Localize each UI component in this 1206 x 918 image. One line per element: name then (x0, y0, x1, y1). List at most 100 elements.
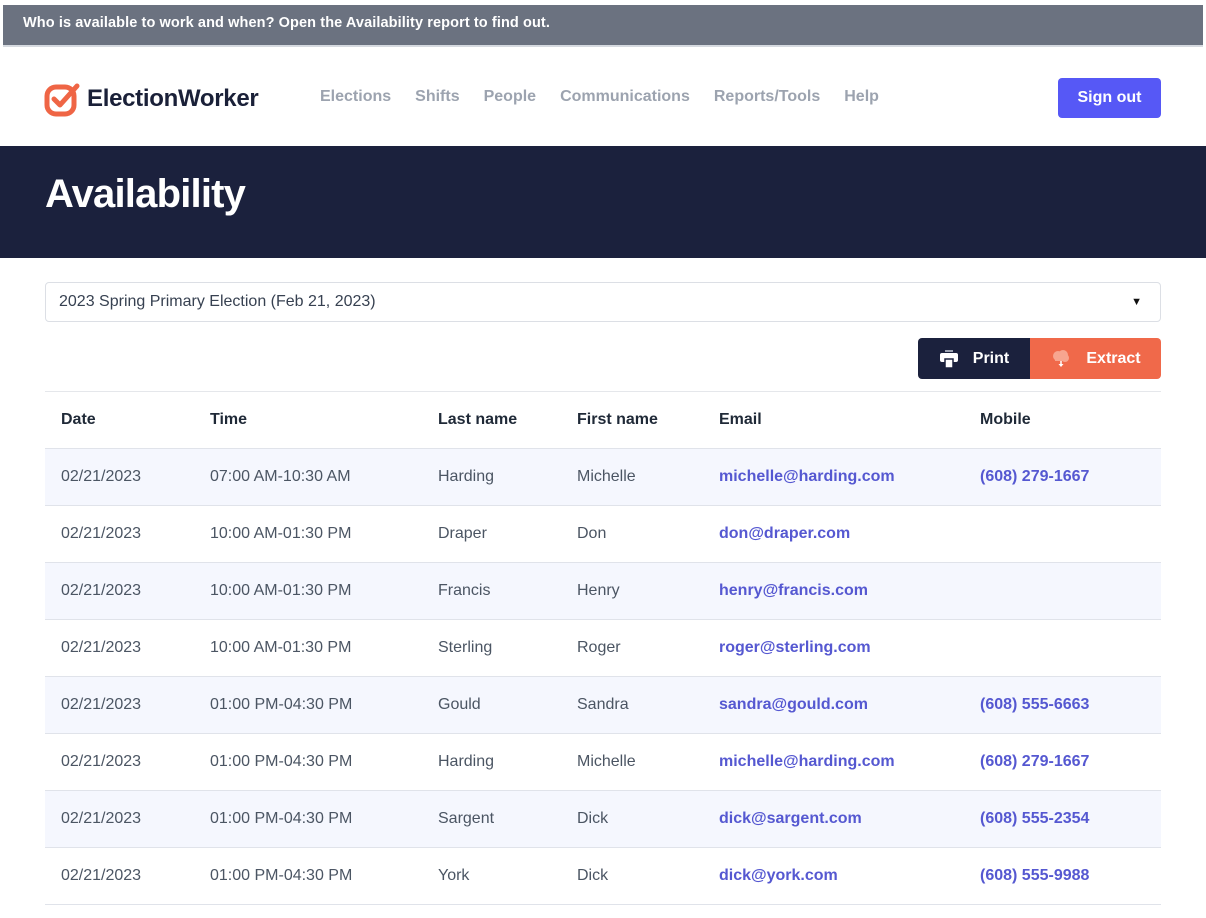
cell-date: 02/21/2023 (61, 696, 142, 713)
cell-mobile (964, 620, 1161, 677)
brand-name: ElectionWorker (87, 85, 259, 112)
cell-email: roger@sterling.com (703, 620, 964, 677)
email-link[interactable]: michelle@harding.com (719, 753, 895, 770)
column-header-email[interactable]: Email (703, 392, 964, 449)
cell-time: 10:00 AM-01:30 PM (210, 525, 352, 542)
cell-date: 02/21/2023 (61, 867, 142, 884)
printer-icon (939, 349, 959, 368)
print-label: Print (972, 349, 1010, 367)
caret-down-icon: ▼ (1131, 296, 1142, 308)
nav-elections[interactable]: Elections (320, 88, 391, 106)
cell-mobile: (608) 555-2354 (964, 791, 1161, 848)
email-link[interactable]: henry@francis.com (719, 582, 868, 599)
sign-out-button[interactable]: Sign out (1058, 78, 1161, 118)
extract-button[interactable]: Extract (1030, 338, 1161, 379)
cell-first-name: Dick (577, 810, 609, 827)
mobile-link[interactable]: (608) 555-2354 (980, 810, 1089, 827)
column-header-first-name[interactable]: First name (561, 392, 703, 449)
nav-shifts[interactable]: Shifts (415, 88, 459, 106)
tip-banner: Who is available to work and when? Open … (3, 5, 1203, 47)
tip-text: Who is available to work and when? Open … (23, 15, 550, 31)
cell-mobile: (608) 279-1667 (964, 449, 1161, 506)
nav-help[interactable]: Help (844, 88, 879, 106)
report-actions: Print Extract (918, 338, 1161, 379)
cell-first-name: Roger (577, 639, 621, 656)
cell-email: michelle@harding.com (703, 449, 964, 506)
cell-first-name: Dick (577, 867, 609, 884)
cell-date: 02/21/2023 (61, 639, 142, 656)
cell-email: dick@sargent.com (703, 791, 964, 848)
cell-mobile (964, 563, 1161, 620)
mobile-link[interactable]: (608) 555-9988 (980, 867, 1089, 884)
cell-time: 01:00 PM-04:30 PM (210, 696, 353, 713)
table-row: 02/21/2023 01:00 PM-04:30 PM Gould Sandr… (45, 676, 1161, 734)
cell-last-name: Sargent (438, 810, 495, 827)
table-row: 02/21/2023 10:00 AM-01:30 PM Sterling Ro… (45, 620, 1161, 677)
cell-last-name: Sterling (438, 639, 493, 656)
cell-time: 07:00 AM-10:30 AM (210, 468, 351, 485)
cell-date: 02/21/2023 (61, 525, 142, 542)
cell-date: 02/21/2023 (61, 582, 142, 599)
email-link[interactable]: sandra@gould.com (719, 696, 868, 713)
cell-last-name: Harding (438, 753, 495, 770)
nav-people[interactable]: People (484, 88, 536, 106)
table-row: 02/21/2023 01:00 PM-04:30 PM Sargent Dic… (45, 790, 1161, 848)
column-header-date[interactable]: Date (45, 392, 194, 449)
cell-last-name: Francis (438, 582, 491, 599)
email-link[interactable]: dick@york.com (719, 867, 838, 884)
cell-mobile: (608) 279-1667 (964, 734, 1161, 791)
table-header-row: Date Time Last name First name Email Mob… (45, 391, 1161, 449)
column-header-time[interactable]: Time (194, 392, 422, 449)
cell-last-name: York (438, 867, 470, 884)
cell-last-name: Gould (438, 696, 481, 713)
cell-time: 01:00 PM-04:30 PM (210, 867, 353, 884)
extract-label: Extract (1086, 349, 1141, 367)
cell-email: don@draper.com (703, 506, 964, 563)
main-nav: Elections Shifts People Communications R… (320, 88, 903, 106)
print-button[interactable]: Print (918, 338, 1030, 379)
cell-email: henry@francis.com (703, 563, 964, 620)
email-link[interactable]: roger@sterling.com (719, 639, 871, 656)
column-header-mobile[interactable]: Mobile (964, 392, 1161, 449)
cell-time: 01:00 PM-04:30 PM (210, 753, 353, 770)
cell-time: 01:00 PM-04:30 PM (210, 810, 353, 827)
column-header-last-name[interactable]: Last name (422, 392, 561, 449)
cell-last-name: Harding (438, 468, 495, 485)
cell-date: 02/21/2023 (61, 810, 142, 827)
cell-date: 02/21/2023 (61, 468, 142, 485)
cell-first-name: Sandra (577, 696, 629, 713)
cell-mobile (964, 506, 1161, 563)
nav-reports-tools[interactable]: Reports/Tools (714, 88, 820, 106)
cell-first-name: Michelle (577, 468, 636, 485)
election-select[interactable]: 2023 Spring Primary Election (Feb 21, 20… (45, 282, 1161, 322)
page-title: Availability (45, 172, 246, 216)
cell-time: 10:00 AM-01:30 PM (210, 582, 352, 599)
cell-email: michelle@harding.com (703, 734, 964, 791)
cell-date: 02/21/2023 (61, 753, 142, 770)
table-row: 02/21/2023 07:00 AM-10:30 AM Harding Mic… (45, 448, 1161, 506)
mobile-link[interactable]: (608) 279-1667 (980, 753, 1089, 770)
availability-table: Date Time Last name First name Email Mob… (45, 391, 1161, 905)
table-row: 02/21/2023 01:00 PM-04:30 PM York Dick d… (45, 848, 1161, 905)
page-header-banner: Availability (0, 146, 1206, 258)
mobile-link[interactable]: (608) 555-6663 (980, 696, 1089, 713)
email-link[interactable]: michelle@harding.com (719, 468, 895, 485)
email-link[interactable]: dick@sargent.com (719, 810, 862, 827)
cell-last-name: Draper (438, 525, 487, 542)
cell-time: 10:00 AM-01:30 PM (210, 639, 352, 656)
cell-mobile: (608) 555-9988 (964, 848, 1161, 905)
brand-logo[interactable]: ElectionWorker (44, 80, 259, 118)
cell-first-name: Henry (577, 582, 620, 599)
mobile-link[interactable]: (608) 279-1667 (980, 468, 1089, 485)
email-link[interactable]: don@draper.com (719, 525, 850, 542)
nav-communications[interactable]: Communications (560, 88, 690, 106)
table-row: 02/21/2023 10:00 AM-01:30 PM Draper Don … (45, 506, 1161, 563)
table-row: 02/21/2023 01:00 PM-04:30 PM Harding Mic… (45, 734, 1161, 791)
cell-email: sandra@gould.com (703, 677, 964, 734)
cell-first-name: Don (577, 525, 607, 542)
cloud-download-icon (1050, 349, 1072, 369)
election-select-value: 2023 Spring Primary Election (Feb 21, 20… (59, 293, 376, 310)
table-row: 02/21/2023 10:00 AM-01:30 PM Francis Hen… (45, 562, 1161, 620)
cell-email: dick@york.com (703, 848, 964, 905)
cell-mobile: (608) 555-6663 (964, 677, 1161, 734)
